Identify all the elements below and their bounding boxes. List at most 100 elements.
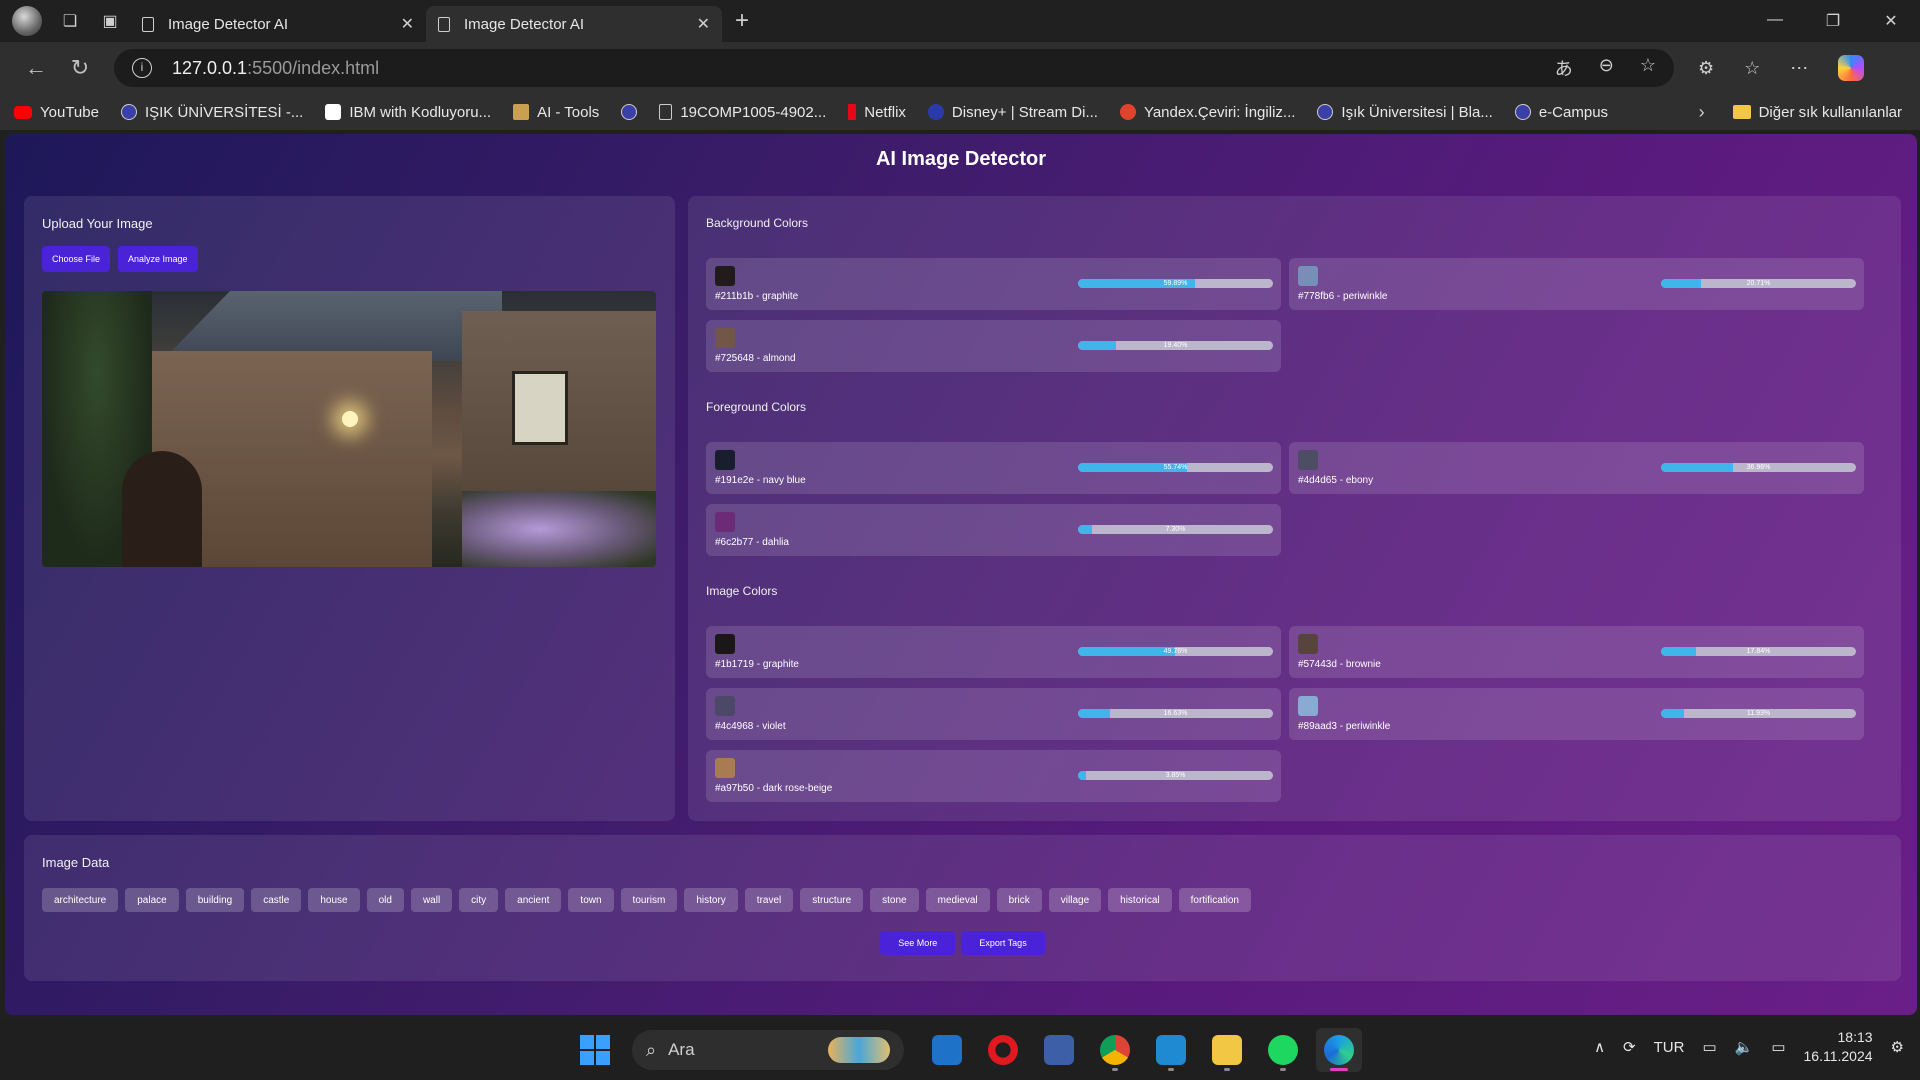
bookmark-youtube[interactable]: YouTube [14,104,99,121]
document-icon [659,104,673,120]
file-explorer-app[interactable] [1204,1028,1250,1072]
color-chip: #4d4d65 - ebony 36.96% [1289,442,1864,494]
color-swatch [715,512,735,532]
tab-image-detector-1[interactable]: Image Detector AI ✕ [130,6,426,42]
tag-chip[interactable]: old [366,888,404,912]
bookmark-yandex[interactable]: Yandex.Çeviri: İngiliz... [1119,104,1295,121]
color-swatch [715,634,735,654]
battery-icon[interactable]: ▭ [1771,1038,1785,1056]
zoom-icon[interactable]: ⊖ [1599,55,1614,81]
extensions-icon[interactable]: ⚙ [1698,58,1714,79]
outlook-icon [932,1035,962,1065]
more-menu-icon[interactable]: ⋯ [1790,58,1808,79]
volume-icon[interactable]: 🔈 [1735,1038,1754,1056]
bookmark-ai-tools[interactable]: AI - Tools [513,104,599,121]
bookmark-university-2[interactable] [621,104,638,120]
read-aloud-icon[interactable]: あ [1555,55,1573,81]
favorite-star-icon[interactable]: ☆ [1640,55,1656,81]
photo-archway [122,451,202,567]
tab-image-detector-2[interactable]: Image Detector AI ✕ [426,6,722,42]
color-swatch [1298,450,1318,470]
game-app[interactable] [1036,1028,1082,1072]
bookmark-19comp1005[interactable]: 19COMP1005-4902... [659,104,826,121]
new-tab-button[interactable]: + [722,7,762,35]
tag-chip[interactable]: travel [744,888,794,912]
minimize-icon[interactable]: — [1746,11,1804,31]
windows-start-icon[interactable] [580,1035,610,1065]
tab-title: Image Detector AI [464,15,585,33]
favorites-icon[interactable]: ☆ [1744,58,1760,79]
foreground-colors-heading: Foreground Colors [706,400,807,414]
tag-chip[interactable]: historical [1108,888,1172,912]
sync-icon[interactable]: ⟳ [1623,1038,1636,1056]
copilot-icon[interactable] [1838,55,1865,81]
tag-chip[interactable]: structure [800,888,864,912]
opera-app[interactable] [980,1028,1026,1072]
workspaces-icon[interactable]: ❏ [50,0,90,42]
language-indicator[interactable]: TUR [1654,1039,1685,1056]
profile-avatar[interactable] [12,6,42,36]
tag-chip[interactable]: fortification [1178,888,1251,912]
back-arrow-icon[interactable]: ← [14,55,58,81]
close-window-icon[interactable]: ✕ [1862,11,1920,31]
color-chip: #1b1719 - graphite 49.76% [706,626,1281,678]
other-favorites-folder[interactable]: Diğer sık kullanılanlar [1732,104,1902,121]
tag-chip[interactable]: medieval [925,888,990,912]
color-swatch [715,450,735,470]
color-chip: #725648 - almond 19.40% [706,320,1281,372]
url-input[interactable]: i 127.0.0.1:5500/index.html あ ⊖ ☆ [114,49,1674,87]
bookmark-isik-blackboard[interactable]: Işık Üniversitesi | Bla... [1317,104,1493,121]
analyze-image-button[interactable]: Analyze Image [118,246,198,272]
chevron-up-icon[interactable]: ∧ [1594,1038,1605,1056]
reload-icon[interactable]: ↻ [58,55,102,81]
running-indicator [1112,1068,1118,1071]
tag-chip[interactable]: palace [125,888,179,912]
tag-chip[interactable]: village [1048,888,1102,912]
spotify-app[interactable] [1260,1028,1306,1072]
tag-chip[interactable]: building [185,888,245,912]
site-info-icon[interactable]: i [132,58,152,78]
clock[interactable]: 18:13 16.11.2024 [1804,1028,1873,1066]
tag-chip[interactable]: city [459,888,499,912]
bookmark-netflix[interactable]: Netflix [848,104,906,121]
bookmark-ibm[interactable]: IBM with Kodluyoru... [325,104,491,121]
tag-chip[interactable]: history [684,888,738,912]
chevron-right-icon[interactable]: › [1699,102,1705,123]
percentage-label: 16.63% [1163,710,1188,717]
percentage-label: 20.71% [1746,280,1771,287]
university-logo-icon [621,104,638,120]
bookmark-e-campus[interactable]: e-Campus [1514,104,1608,121]
percentage-bar: 11.93% [1661,709,1856,718]
see-more-button[interactable]: See More [880,931,956,955]
disney-icon [927,104,944,120]
network-icon[interactable]: ▭ [1702,1038,1716,1056]
chrome-app[interactable] [1092,1028,1138,1072]
bookmark-disney[interactable]: Disney+ | Stream Di... [927,104,1098,121]
vertical-tabs-icon[interactable]: ▣ [90,0,130,42]
vscode-app[interactable] [1148,1028,1194,1072]
export-tags-button[interactable]: Export Tags [961,931,1045,955]
color-swatch [715,328,735,348]
tag-chip[interactable]: ancient [505,888,562,912]
tag-chip[interactable]: wall [410,888,453,912]
tag-chip[interactable]: architecture [42,888,119,912]
tag-chip[interactable]: house [308,888,360,912]
tag-chip[interactable]: brick [996,888,1042,912]
taskbar-search[interactable]: ⌕ Ara [632,1030,904,1070]
tag-chip[interactable]: castle [251,888,302,912]
tab-title: Image Detector AI [168,15,289,33]
choose-file-button[interactable]: Choose File [42,246,111,272]
close-tab-icon[interactable]: ✕ [401,14,414,34]
tag-chip[interactable]: town [568,888,614,912]
outlook-app[interactable] [924,1028,970,1072]
close-tab-icon[interactable]: ✕ [697,14,710,34]
restore-icon[interactable]: ❐ [1804,11,1862,31]
opera-icon [988,1035,1018,1065]
bookmark-label: AI - Tools [537,103,600,121]
bookmark-isik-universitesi[interactable]: IŞIK ÜNİVERSİTESİ -... [120,104,303,121]
tag-chip[interactable]: tourism [620,888,678,912]
notifications-icon[interactable]: ⚙ [1891,1038,1904,1056]
edge-app[interactable] [1316,1028,1362,1072]
tag-chip[interactable]: stone [870,888,919,912]
vscode-icon [1156,1035,1186,1065]
